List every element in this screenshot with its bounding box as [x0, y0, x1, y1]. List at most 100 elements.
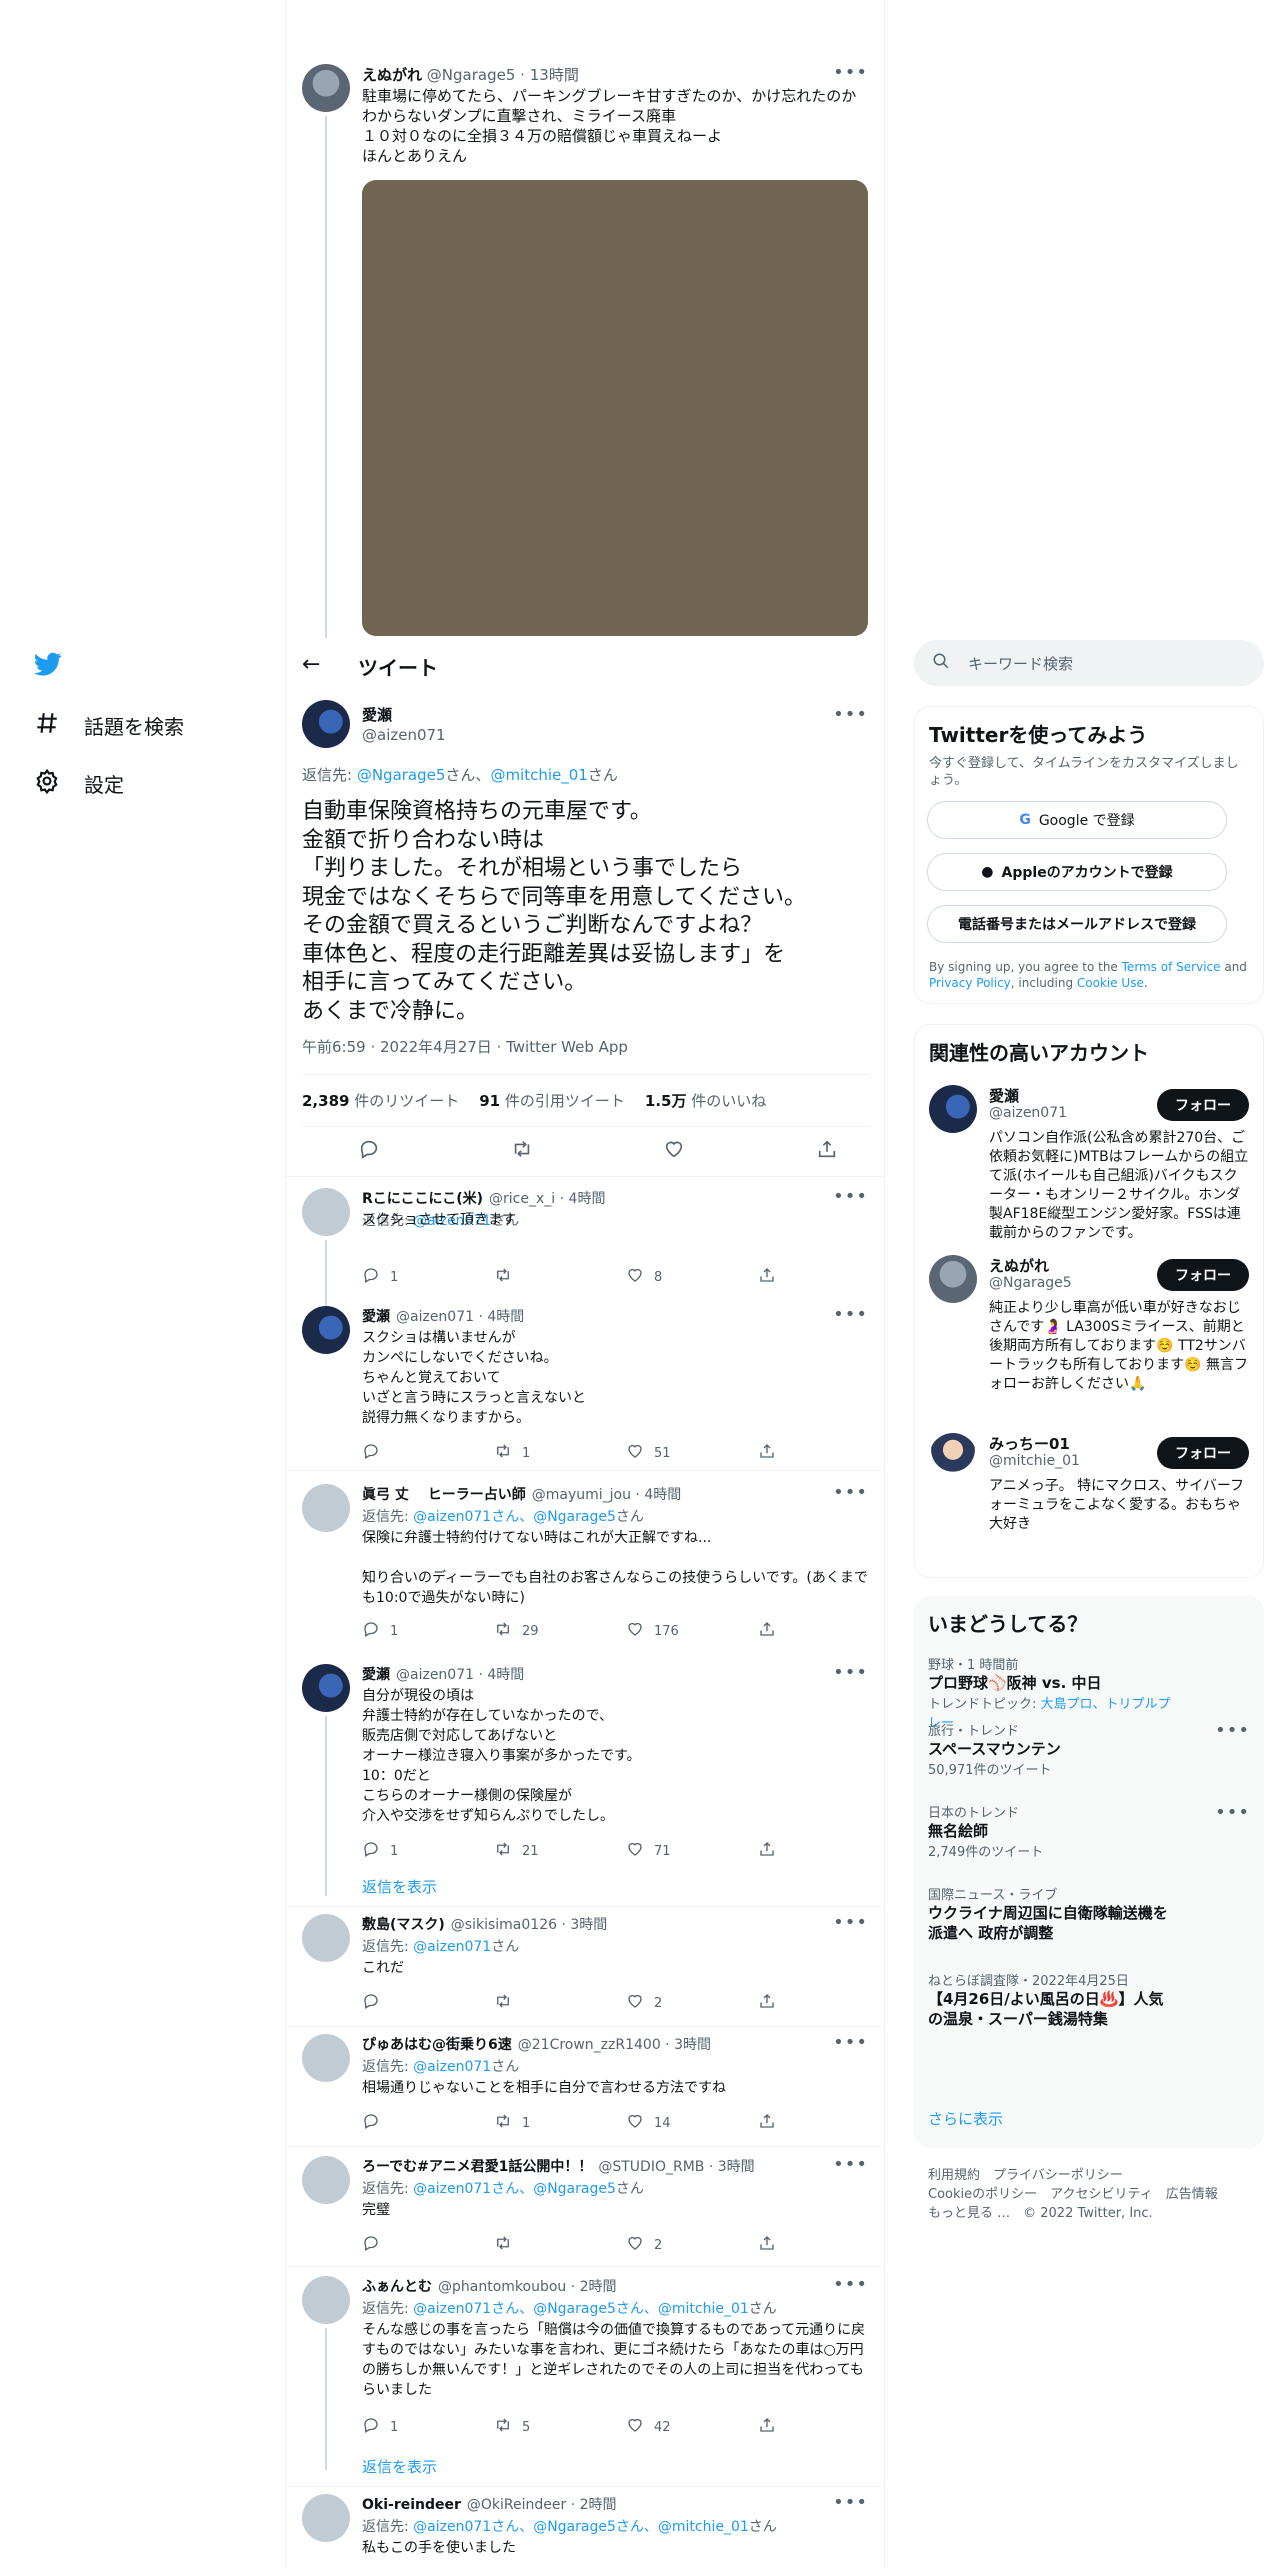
avatar[interactable] — [302, 1664, 350, 1712]
tweet-media[interactable] — [362, 180, 868, 636]
avatar[interactable] — [302, 2034, 350, 2082]
nav-explore[interactable]: 話題を検索 — [34, 710, 184, 741]
tweet-time[interactable]: 4時間 — [487, 1667, 524, 1683]
more-options-icon[interactable]: ••• — [833, 62, 868, 83]
like-button[interactable]: 8 — [626, 1266, 758, 1288]
author-name[interactable]: えぬがれ — [362, 66, 422, 84]
retweet-count[interactable]: 2,389 件のリツイート — [302, 1090, 459, 1111]
cookie-link[interactable]: Cookie Use — [1077, 976, 1144, 990]
author-name[interactable]: 眞弓 丈 ヒーラー占い師 — [362, 1487, 526, 1503]
share-button[interactable] — [758, 1266, 884, 1288]
footer-row[interactable]: 利用規約 プライバシーポリシー — [928, 2166, 1218, 2185]
reply-button[interactable] — [362, 2234, 494, 2256]
author-handle[interactable]: @sikisima0126 — [451, 1917, 557, 1933]
author-name[interactable]: ぴゅあはむ@街乗り6速 — [362, 2037, 512, 2053]
tweet-time[interactable]: 3時間 — [570, 1917, 607, 1933]
avatar[interactable] — [302, 700, 350, 748]
retweet-button[interactable] — [494, 2234, 626, 2256]
author-name[interactable]: 敷島(マスク) — [362, 1917, 445, 1933]
account-handle[interactable]: @aizen071 — [989, 1105, 1067, 1121]
retweet-button[interactable] — [494, 1266, 626, 1288]
more-options-icon[interactable]: ••• — [833, 1186, 868, 1207]
more-options-icon[interactable]: ••• — [833, 1482, 868, 1503]
author-handle[interactable]: @mayumi_jou — [532, 1487, 631, 1503]
more-options-icon[interactable]: ••• — [833, 1304, 868, 1325]
share-button[interactable] — [758, 2416, 884, 2438]
retweet-button[interactable]: 5 — [494, 2416, 626, 2438]
mention-link[interactable]: @mitchie_01 — [490, 766, 587, 784]
mention-link[interactable]: @aizen071 — [413, 2059, 491, 2075]
author-handle[interactable]: @aizen071 — [396, 1309, 474, 1325]
avatar[interactable] — [302, 2156, 350, 2204]
account-name[interactable]: 愛瀬 — [989, 1085, 1019, 1106]
avatar[interactable] — [302, 2276, 350, 2324]
author-handle[interactable]: @phantomkoubou — [438, 2279, 566, 2295]
share-button[interactable] — [758, 1992, 884, 2014]
avatar[interactable] — [302, 64, 350, 112]
reply-button[interactable] — [362, 1992, 494, 2014]
more-options-icon[interactable]: ••• — [833, 2492, 868, 2513]
author-handle[interactable]: @aizen071 — [396, 1667, 474, 1683]
more-options-icon[interactable]: ••• — [833, 2032, 868, 2053]
more-options-icon[interactable]: ••• — [833, 704, 868, 725]
trend-item[interactable]: 国際ニュース・ライブ ウクライナ周辺国に自衛隊輸送機を派遣へ 政府が調整 — [928, 1884, 1178, 1943]
footer-row[interactable]: もっと見る … © 2022 Twitter, Inc. — [928, 2204, 1218, 2223]
author-handle[interactable]: @aizen071 — [362, 726, 446, 744]
retweet-button[interactable]: 1 — [494, 2112, 626, 2134]
account-name[interactable]: えぬがれ — [989, 1255, 1049, 1276]
retweet-icon[interactable] — [511, 1138, 533, 1164]
author-handle[interactable]: @Ngarage5 — [427, 66, 516, 84]
reply-button[interactable]: 1 — [362, 1840, 494, 1862]
apple-signup-button[interactable]: ● Appleのアカウントで登録 — [927, 853, 1227, 891]
mention-link[interactable]: @aizen071さん、@Ngarage5さん、@mitchie_01 — [413, 2519, 749, 2535]
retweet-button[interactable]: 29 — [494, 1620, 626, 1642]
show-replies-link[interactable]: 返信を表示 — [362, 1876, 437, 1897]
author-handle[interactable]: @STUDIO_RMB — [598, 2159, 704, 2175]
tweet-time[interactable]: 2時間 — [580, 2497, 617, 2513]
more-options-icon[interactable]: ••• — [1215, 1802, 1250, 1823]
reply-button[interactable] — [362, 2112, 494, 2134]
like-button[interactable]: 14 — [626, 2112, 758, 2134]
like-count[interactable]: 1.5万 件のいいね — [645, 1090, 766, 1111]
author-name[interactable]: Oki-reindeer — [362, 2497, 461, 2513]
tweet-time[interactable]: 4時間 — [644, 1487, 681, 1503]
author-handle[interactable]: @rice_x_i — [489, 1191, 555, 1207]
twitter-logo-icon[interactable] — [32, 650, 64, 678]
follow-button[interactable]: フォロー — [1157, 1259, 1249, 1291]
mention-link[interactable]: @aizen071さん、@Ngarage5さん、@mitchie_01 — [413, 2301, 749, 2317]
tweet-time[interactable]: 3時間 — [718, 2159, 755, 2175]
privacy-link[interactable]: Privacy Policy — [929, 976, 1011, 990]
author-name[interactable]: ふぁんとむ — [362, 2279, 432, 2295]
search-input[interactable]: キーワード検索 — [914, 640, 1264, 686]
avatar[interactable] — [302, 1914, 350, 1962]
terms-link[interactable]: Terms of Service — [1122, 960, 1221, 974]
nav-settings[interactable]: 設定 — [34, 768, 124, 799]
avatar[interactable] — [302, 1484, 350, 1532]
avatar[interactable] — [302, 1306, 350, 1354]
share-button[interactable] — [758, 1442, 884, 1464]
tweet-time[interactable]: 4時間 — [487, 1309, 524, 1325]
back-arrow-icon[interactable]: ← — [302, 652, 320, 677]
tweet-timestamp[interactable]: 午前6:59 · 2022年4月27日 · Twitter Web App — [302, 1036, 628, 1057]
follow-button[interactable]: フォロー — [1157, 1437, 1249, 1469]
reply-button[interactable]: 1 — [362, 1266, 494, 1288]
avatar[interactable] — [302, 1188, 350, 1236]
share-button[interactable] — [758, 1620, 884, 1642]
mention-link[interactable]: @aizen071さん、@Ngarage5 — [413, 1509, 616, 1525]
account-handle[interactable]: @Ngarage5 — [989, 1275, 1072, 1291]
trend-item[interactable]: 日本のトレンド 無名絵師 2,749件のツイート — [928, 1802, 1178, 1860]
like-icon[interactable] — [663, 1138, 685, 1164]
reply-button[interactable]: 1 — [362, 1620, 494, 1642]
more-options-icon[interactable]: ••• — [833, 2154, 868, 2175]
like-button[interactable]: 71 — [626, 1840, 758, 1862]
retweet-button[interactable]: 21 — [494, 1840, 626, 1862]
follow-button[interactable]: フォロー — [1157, 1089, 1249, 1121]
author-name[interactable]: Rこにここにこ(米) — [362, 1191, 483, 1207]
tweet-time[interactable]: 4時間 — [569, 1191, 606, 1207]
tweet-time[interactable]: 3時間 — [674, 2037, 711, 2053]
tweet-time[interactable]: 2時間 — [580, 2279, 617, 2295]
reply-button[interactable] — [362, 1442, 494, 1464]
mention-link[interactable]: @Ngarage5 — [357, 766, 446, 784]
account-handle[interactable]: @mitchie_01 — [989, 1453, 1080, 1469]
like-button[interactable]: 176 — [626, 1620, 758, 1642]
